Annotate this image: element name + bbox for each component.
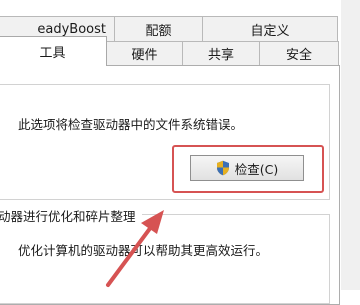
annotation-arrow <box>106 210 164 287</box>
